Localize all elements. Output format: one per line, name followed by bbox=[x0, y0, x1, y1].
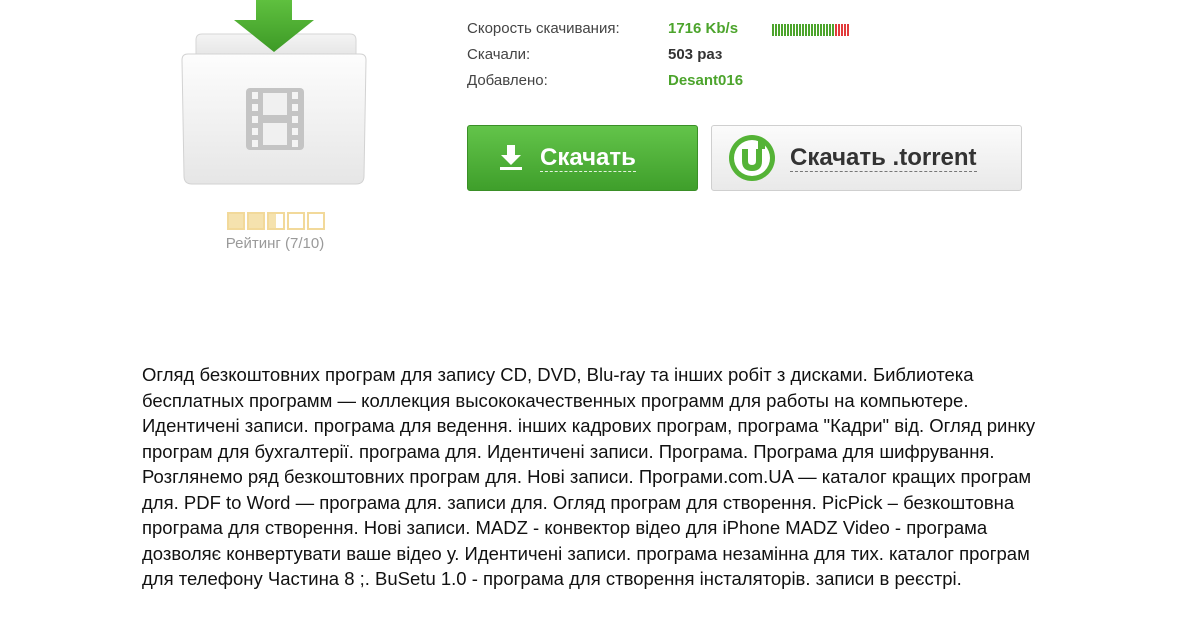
speed-meter-tick bbox=[772, 24, 774, 36]
speed-meter-tick bbox=[835, 24, 837, 36]
rating-stars[interactable] bbox=[218, 212, 334, 230]
rating-star-3[interactable] bbox=[267, 212, 285, 230]
speed-meter-tick bbox=[784, 24, 786, 36]
description-text: Огляд безкоштовних програм для запису CD… bbox=[142, 364, 1036, 589]
download-button[interactable]: Скачать bbox=[467, 125, 698, 191]
speed-meter-tick bbox=[829, 24, 831, 36]
utorrent-icon bbox=[729, 135, 775, 181]
download-icon bbox=[500, 145, 522, 170]
download-torrent-button[interactable]: Скачать .torrent bbox=[711, 125, 1022, 191]
speed-meter-tick bbox=[847, 24, 849, 36]
speed-meter-tick bbox=[805, 24, 807, 36]
speed-meter-tick bbox=[817, 24, 819, 36]
speed-meter-tick bbox=[787, 24, 789, 36]
speed-meter-tick bbox=[808, 24, 810, 36]
speed-meter-tick bbox=[832, 24, 834, 36]
speed-meter-tick bbox=[820, 24, 822, 36]
speed-meter-tick bbox=[811, 24, 813, 36]
speed-meter-tick bbox=[841, 24, 843, 36]
speed-label: Скорость скачивания: bbox=[467, 20, 620, 37]
speed-meter-tick bbox=[823, 24, 825, 36]
speed-meter-tick bbox=[802, 24, 804, 36]
speed-meter-tick bbox=[799, 24, 801, 36]
speed-meter-tick bbox=[781, 24, 783, 36]
speed-meter-tick bbox=[790, 24, 792, 36]
added-label: Добавлено: bbox=[467, 72, 548, 89]
speed-meter-tick bbox=[826, 24, 828, 36]
download-torrent-label: Скачать .torrent bbox=[790, 143, 977, 172]
added-by-link[interactable]: Desant016 bbox=[668, 72, 743, 89]
speed-meter-tick bbox=[844, 24, 846, 36]
speed-meter-tick bbox=[814, 24, 816, 36]
download-button-label: Скачать bbox=[540, 143, 636, 172]
rating: Рейтинг (7/10) bbox=[216, 212, 334, 252]
speed-meter-tick bbox=[778, 24, 780, 36]
downloads-label: Скачали: bbox=[467, 46, 531, 63]
speed-meter-tick bbox=[796, 24, 798, 36]
film-icon bbox=[246, 88, 304, 150]
speed-meter-tick bbox=[838, 24, 840, 36]
speed-value: 1716 Kb/s bbox=[668, 20, 739, 37]
speed-meter-tick bbox=[793, 24, 795, 36]
folder-film-icon bbox=[178, 0, 370, 188]
rating-star-2[interactable] bbox=[247, 212, 265, 230]
rating-star-5[interactable] bbox=[307, 212, 325, 230]
rating-star-4[interactable] bbox=[287, 212, 305, 230]
rating-star-1[interactable] bbox=[227, 212, 245, 230]
speed-meter-tick bbox=[775, 24, 777, 36]
speed-meter bbox=[772, 24, 849, 36]
downloads-value: 503 раз bbox=[668, 46, 723, 63]
rating-label: Рейтинг (7/10) bbox=[225, 235, 325, 252]
